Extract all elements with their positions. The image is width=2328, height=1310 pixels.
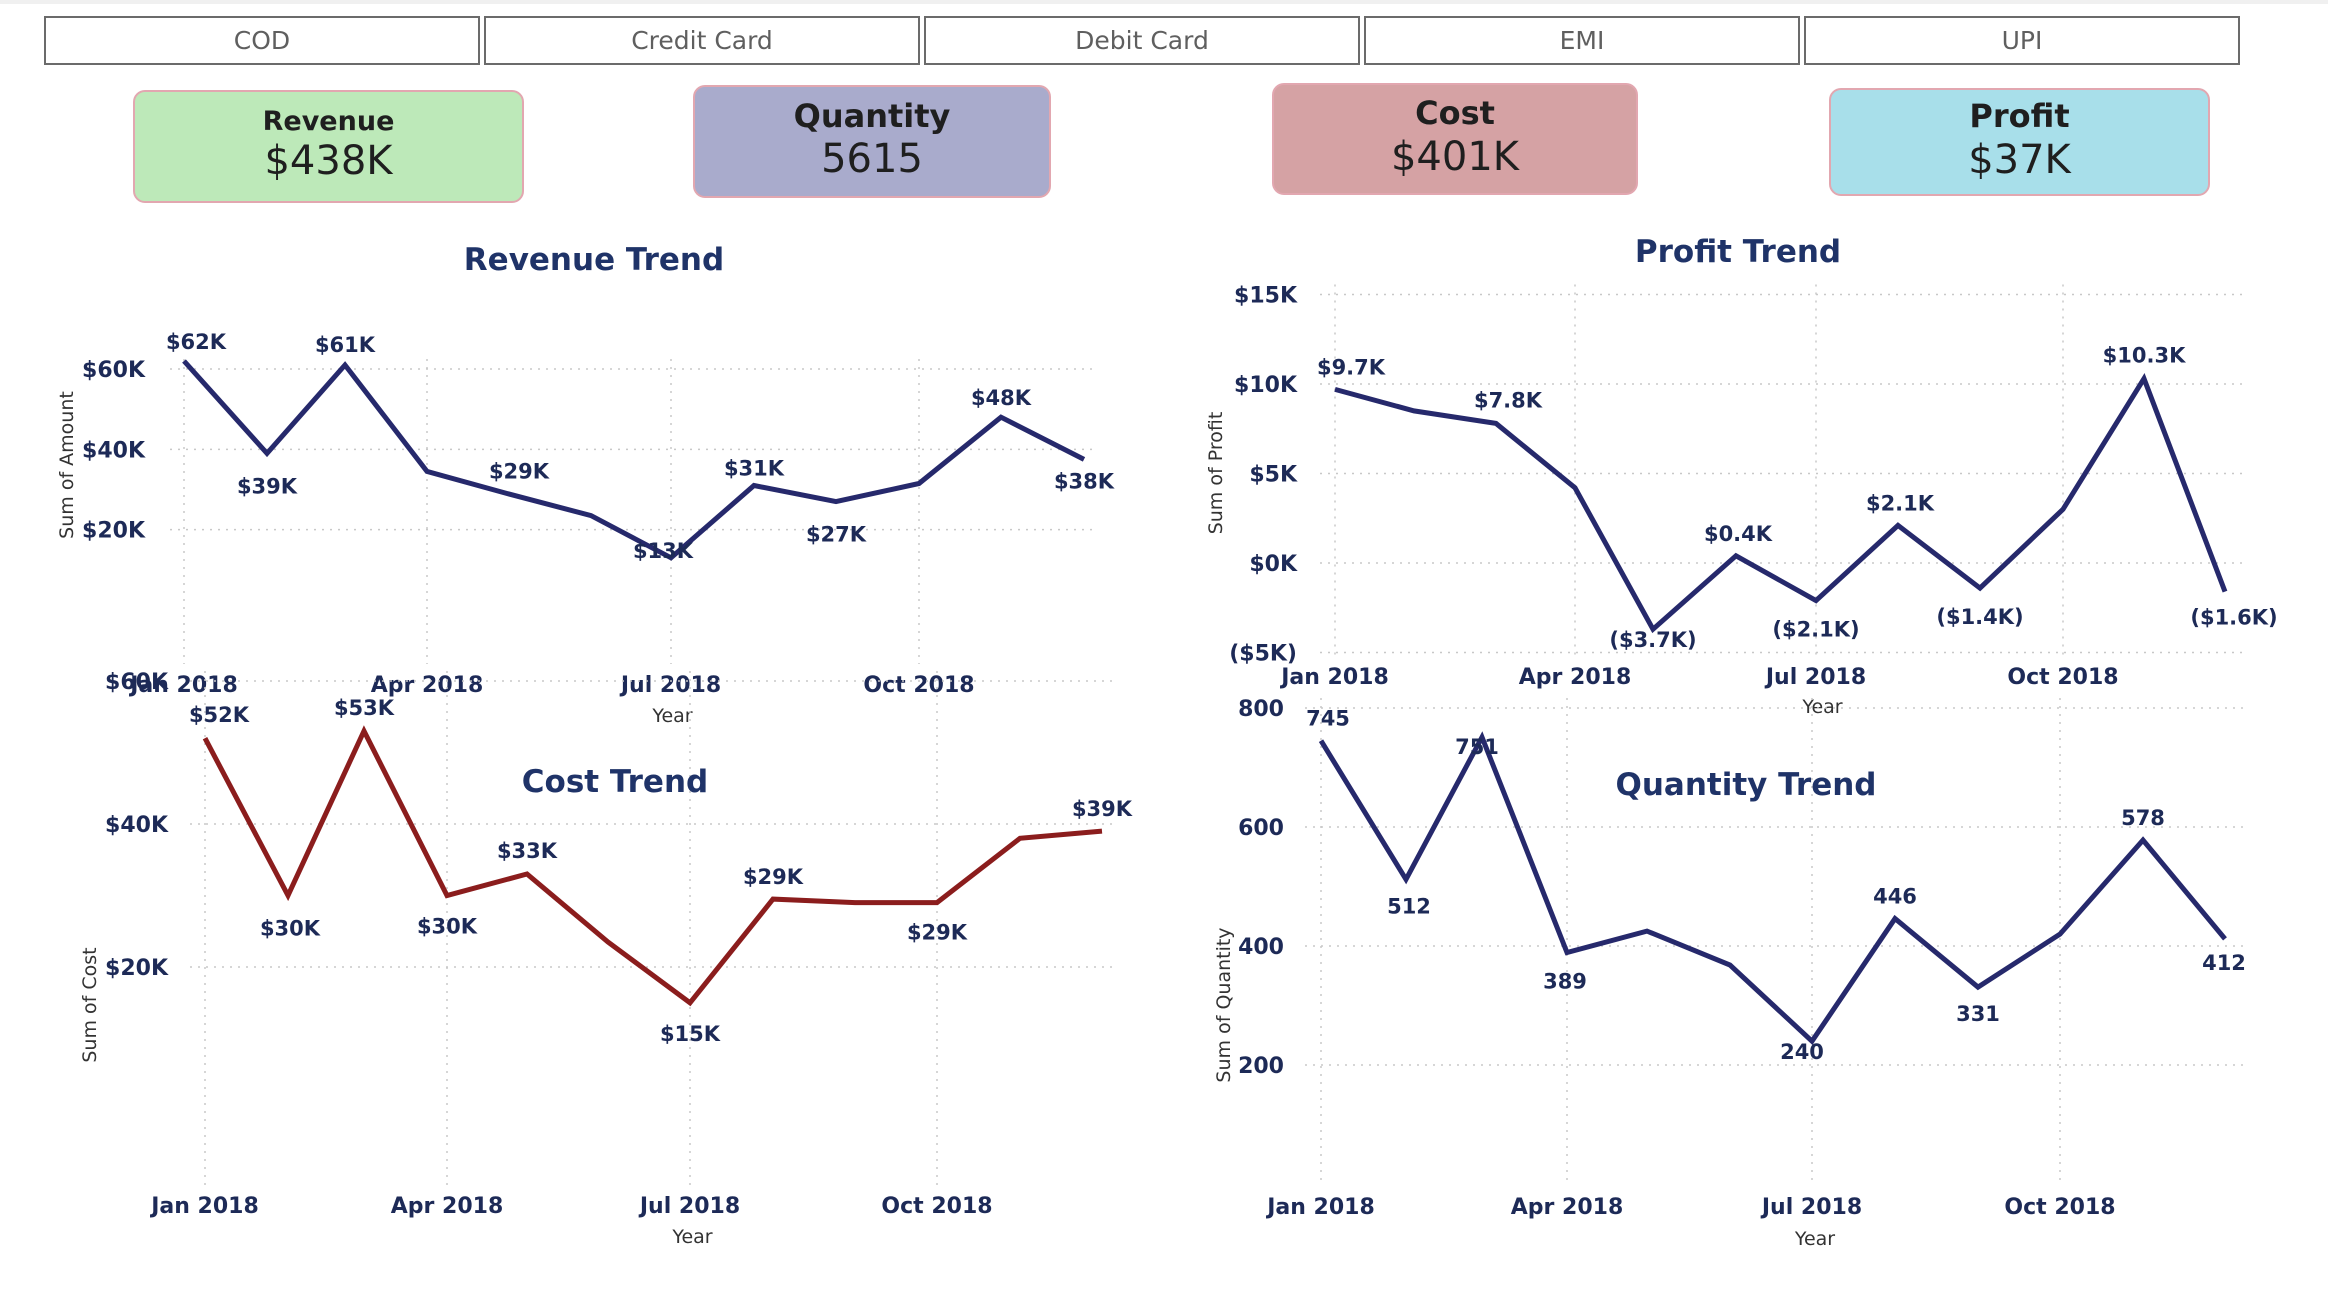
- cost-y-tick-label: $40K: [105, 813, 169, 838]
- revenue-y-axis-title: Sum of Amount: [56, 391, 78, 539]
- quantity-y-tick-label: 800: [1238, 697, 1284, 722]
- profit-data-label: ($2.1K): [1772, 618, 1859, 642]
- cost-y-tick-label: $20K: [105, 956, 169, 981]
- quantity-x-tick-label: Jan 2018: [1265, 1195, 1375, 1220]
- quantity-data-label: 512: [1387, 894, 1431, 918]
- revenue-data-label: $39K: [237, 474, 298, 498]
- profit-x-tick-label: Jul 2018: [1764, 665, 1866, 690]
- revenue-x-tick-label: Oct 2018: [863, 673, 974, 698]
- profit-chart-title: Profit Trend: [1635, 234, 1841, 270]
- profit-data-label: ($1.6K): [2190, 606, 2277, 630]
- cost-x-tick-label: Jan 2018: [149, 1194, 259, 1219]
- cost-data-label: $29K: [907, 921, 968, 945]
- quantity-x-tick-label: Oct 2018: [2004, 1195, 2115, 1220]
- cost-chart-title: Cost Trend: [522, 764, 708, 800]
- trend-charts: Revenue Trend $20K $40K $60K Jan 2018 Apr 201…: [56, 234, 2278, 1250]
- cost-data-label: $39K: [1072, 797, 1133, 821]
- cost-data-label: $15K: [660, 1022, 721, 1046]
- profit-data-label: $7.8K: [1474, 388, 1543, 412]
- cost-x-axis-title: Year: [671, 1226, 712, 1248]
- quantity-data-label: 412: [2202, 951, 2246, 975]
- quantity-y-axis-title: Sum of Quantity: [1213, 927, 1235, 1082]
- cost-x-tick-label: Oct 2018: [881, 1194, 992, 1219]
- cost-data-label: $30K: [260, 917, 321, 941]
- revenue-y-tick-label: $60K: [82, 358, 146, 383]
- revenue-chart-title: Revenue Trend: [464, 242, 724, 278]
- cost-x-tick-label: Apr 2018: [391, 1194, 504, 1219]
- profit-data-label: $0.4K: [1704, 522, 1773, 546]
- profit-y-tick-label: $0K: [1249, 552, 1298, 577]
- revenue-data-label: $27K: [806, 523, 867, 547]
- revenue-data-label: $61K: [315, 333, 376, 357]
- cost-y-tick-label: $60K: [105, 670, 169, 695]
- profit-data-label: $10.3K: [2103, 344, 2186, 368]
- quantity-data-label: 578: [2121, 806, 2165, 830]
- revenue-data-label: $38K: [1054, 469, 1115, 493]
- quantity-data-label: 240: [1780, 1040, 1824, 1064]
- cost-data-label: $29K: [743, 865, 804, 889]
- revenue-data-label: $62K: [166, 330, 227, 354]
- revenue-x-tick-label: Jul 2018: [619, 673, 721, 698]
- quantity-data-label: 745: [1306, 707, 1350, 731]
- profit-y-axis-title: Sum of Profit: [1205, 412, 1227, 535]
- profit-x-tick-label: Jan 2018: [1279, 665, 1389, 690]
- cost-data-label: $52K: [189, 703, 250, 727]
- quantity-x-tick-label: Apr 2018: [1511, 1195, 1624, 1220]
- profit-data-label: $2.1K: [1866, 491, 1935, 515]
- quantity-x-axis-title: Year: [1794, 1228, 1835, 1250]
- quantity-data-label: 389: [1543, 970, 1587, 994]
- revenue-x-axis-title: Year: [651, 705, 692, 727]
- profit-series-line: [1334, 372, 2228, 634]
- quantity-y-tick-label: 200: [1238, 1054, 1284, 1079]
- profit-data-label: $9.7K: [1317, 355, 1386, 379]
- cost-data-label: $53K: [334, 696, 395, 720]
- quantity-data-label: 751: [1455, 735, 1499, 759]
- quantity-chart-title: Quantity Trend: [1616, 767, 1877, 803]
- quantity-x-tick-label: Jul 2018: [1760, 1195, 1862, 1220]
- profit-x-tick-label: Apr 2018: [1519, 665, 1632, 690]
- profit-y-tick-label: $5K: [1249, 463, 1298, 488]
- profit-x-tick-label: Oct 2018: [2007, 665, 2118, 690]
- quantity-data-label: 446: [1873, 885, 1917, 909]
- revenue-series-line: [182, 359, 1086, 561]
- cost-y-axis-title: Sum of Cost: [79, 947, 101, 1062]
- quantity-data-label: 331: [1956, 1002, 2000, 1026]
- cost-data-label: $33K: [497, 839, 558, 863]
- cost-data-label: $30K: [417, 915, 478, 939]
- cost-x-tick-label: Jul 2018: [638, 1194, 740, 1219]
- revenue-y-tick-label: $20K: [82, 519, 146, 544]
- revenue-data-label: $31K: [724, 456, 785, 480]
- quantity-y-tick-label: 600: [1238, 816, 1284, 841]
- revenue-data-label: $13K: [633, 539, 694, 563]
- revenue-x-tick-label: Apr 2018: [371, 673, 484, 698]
- profit-data-label: ($3.7K): [1609, 628, 1696, 652]
- revenue-y-tick-label: $40K: [82, 438, 146, 463]
- profit-data-label: ($1.4K): [1936, 605, 2023, 629]
- profit-y-tick-label: ($5K): [1229, 642, 1297, 667]
- revenue-data-label: $48K: [971, 386, 1032, 410]
- profit-y-tick-label: $15K: [1234, 284, 1298, 309]
- profit-x-axis-title: Year: [1801, 696, 1842, 718]
- quantity-y-tick-label: 400: [1238, 935, 1284, 960]
- revenue-data-label: $29K: [489, 460, 550, 484]
- profit-y-tick-label: $10K: [1234, 373, 1298, 398]
